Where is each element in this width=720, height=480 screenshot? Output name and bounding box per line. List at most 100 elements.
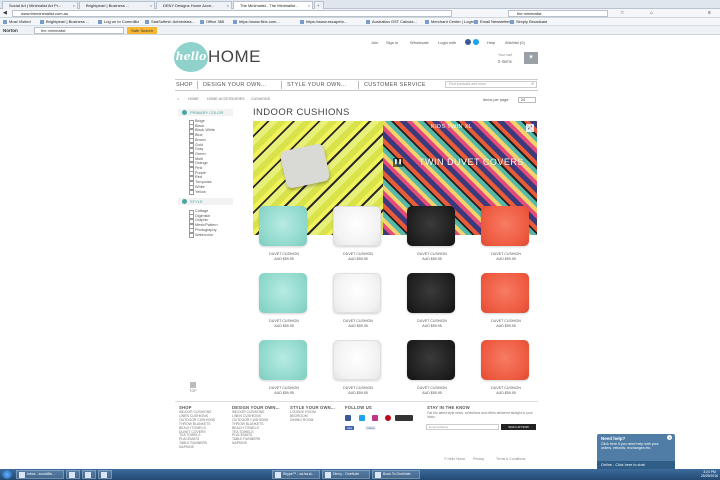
sign-in-link[interactable]: Sign in	[386, 40, 398, 45]
footer-link[interactable]: NAPKINS	[232, 441, 247, 446]
safe-search-button[interactable]: Safe Search	[127, 27, 157, 34]
product-name[interactable]: DUVET CUSHION	[327, 252, 389, 256]
browser-search-box[interactable]: the minimalist	[508, 10, 608, 17]
product-name[interactable]: DUVET CUSHION	[475, 319, 537, 323]
product-card[interactable]: DUVET CUSHION AUD $59.95	[253, 201, 315, 263]
product-image[interactable]	[407, 206, 455, 246]
product-card[interactable]: DUVET CUSHION AUD $59.95	[475, 335, 537, 397]
breadcrumb-home[interactable]: HOME	[188, 97, 199, 101]
taskbar-item[interactable]: Skype™ - sa.ha.sl...	[272, 470, 320, 479]
product-card[interactable]: DUVET CUSHION AUD $59.95	[475, 201, 537, 263]
site-search-input[interactable]: Find products and more ⌕	[445, 81, 537, 88]
taskbar-item[interactable]: Dinny - OneNote	[322, 470, 370, 479]
search-icon[interactable]: ⌕	[531, 82, 534, 87]
nav-design-your-own[interactable]: DESIGN YOUR OWN...	[203, 82, 266, 88]
bookmark-item[interactable]: Log on to CommBiz	[98, 18, 139, 26]
product-image[interactable]	[333, 340, 381, 380]
pinterest-icon[interactable]	[385, 415, 391, 421]
taskbar-clock[interactable]: 3:24 PM 26/09/2016	[701, 470, 718, 478]
breadcrumb-home-accessories[interactable]: HOME ACCESSORIES	[207, 97, 245, 101]
product-name[interactable]: DUVET CUSHION	[253, 252, 315, 256]
product-name[interactable]: DUVET CUSHION	[327, 319, 389, 323]
nav-style-your-own[interactable]: STYLE YOUR OWN...	[287, 82, 346, 88]
join-link[interactable]: Join	[371, 40, 378, 45]
newsletter-signup-button[interactable]: SIGN UP NOW	[501, 424, 536, 430]
twitter-icon[interactable]	[359, 415, 365, 421]
newsletter-email-input[interactable]: Email Address	[426, 424, 499, 430]
items-per-page-select[interactable]: 24	[518, 97, 536, 103]
footer-link[interactable]: NAPKINS	[179, 445, 194, 450]
taskbar-item[interactable]: Inbox - socialBe...	[16, 470, 64, 479]
taskbar-item[interactable]	[82, 470, 96, 479]
bookmark-item[interactable]: Simply Broadcast	[510, 18, 547, 26]
instagram-icon[interactable]	[372, 415, 378, 421]
product-name[interactable]: DUVET CUSHION	[401, 386, 463, 390]
nav-shop[interactable]: SHOP	[176, 82, 193, 88]
footer-link[interactable]: DINING ROOM	[290, 418, 313, 423]
product-image[interactable]	[333, 206, 381, 246]
nav-customer-service[interactable]: CUSTOMER SERVICE	[364, 82, 426, 88]
product-card[interactable]: DUVET CUSHION AUD $59.95	[327, 335, 389, 397]
pause-icon[interactable]: ❚❚	[393, 158, 403, 167]
close-icon[interactable]: ×	[73, 2, 75, 9]
bookmark-item[interactable]: Brightpearl | Business ...	[40, 18, 89, 26]
product-image[interactable]	[481, 206, 529, 246]
close-icon[interactable]: ×	[150, 2, 152, 9]
browser-tab-active[interactable]: The Minimalist - The Minimalist... ×	[233, 1, 313, 9]
home-icon[interactable]: ⌂	[650, 10, 653, 16]
logo-word[interactable]: HOME	[208, 47, 261, 67]
product-card[interactable]: DUVET CUSHION AUD $59.95	[253, 335, 315, 397]
product-name[interactable]: DUVET CUSHION	[475, 386, 537, 390]
bookmark-star-icon[interactable]: ☆	[620, 10, 624, 16]
product-image[interactable]	[407, 340, 455, 380]
taskbar-item[interactable]	[98, 470, 112, 479]
chat-bar[interactable]: Online - Click here to chat	[597, 461, 675, 469]
bookmark-item[interactable]: Office 365	[200, 18, 224, 26]
facebook-like-button[interactable]: Like	[345, 426, 355, 430]
bookmark-item[interactable]: SaaSoftest: Administra...	[145, 18, 195, 26]
new-tab-button[interactable]: +	[314, 1, 324, 9]
cart-icon[interactable]: ▾	[524, 52, 538, 64]
bookmark-item[interactable]: https://www.escapeto...	[300, 18, 347, 26]
home-icon[interactable]: ⌂	[177, 97, 179, 101]
wishlist-link[interactable]: Wishlist (0)	[505, 40, 525, 45]
product-name[interactable]: DUVET CUSHION	[253, 319, 315, 323]
product-name[interactable]: DUVET CUSHION	[253, 386, 315, 390]
back-icon[interactable]: ◀	[3, 10, 7, 16]
close-icon[interactable]: ×	[667, 435, 672, 440]
cart-count[interactable]: 0 Items	[498, 59, 512, 64]
privacy-link[interactable]: Privacy	[473, 457, 484, 461]
wholesale-link[interactable]: Wholesale	[410, 40, 429, 45]
norton-search-input[interactable]: the minimalist	[34, 27, 124, 34]
product-name[interactable]: DUVET CUSHION	[401, 252, 463, 256]
product-name[interactable]: DUVET CUSHION	[401, 319, 463, 323]
bookmark-item[interactable]: Most Visited	[3, 18, 31, 26]
help-link[interactable]: Help	[487, 40, 495, 45]
facebook-icon[interactable]	[345, 415, 351, 421]
product-image[interactable]	[259, 206, 307, 246]
color-filter-option[interactable]: Yellow	[189, 190, 206, 196]
close-icon[interactable]: ×	[308, 2, 310, 9]
menu-icon[interactable]: ≡	[708, 10, 711, 16]
url-bar[interactable]: www.theminimalist.com.au	[12, 10, 452, 17]
product-name[interactable]: DUVET CUSHION	[327, 386, 389, 390]
expand-icon[interactable]: ⤢	[526, 124, 534, 132]
product-card[interactable]: DUVET CUSHION AUD $59.95	[475, 268, 537, 330]
logo-mark[interactable]: hello	[174, 42, 208, 72]
youtube-icon[interactable]	[395, 415, 413, 421]
product-image[interactable]	[481, 273, 529, 313]
taskbar-item[interactable]: Book To OneNote	[372, 470, 420, 479]
bookmark-item[interactable]: Australian GST Calcula...	[366, 18, 417, 26]
product-image[interactable]	[259, 273, 307, 313]
product-image[interactable]	[333, 273, 381, 313]
bookmark-item[interactable]: Merchant Center | Login	[425, 18, 474, 26]
product-name[interactable]: DUVET CUSHION	[475, 252, 537, 256]
product-image[interactable]	[407, 273, 455, 313]
bookmark-item[interactable]: Email Newsletter	[474, 18, 510, 26]
terms-link[interactable]: Terms & Conditions	[496, 457, 525, 461]
browser-tab[interactable]: Social Art | Minimalist Art Pr... ×	[2, 1, 78, 9]
product-card[interactable]: DUVET CUSHION AUD $59.95	[253, 268, 315, 330]
filter-primary-color-header[interactable]: PRIMARY COLOR	[178, 109, 233, 116]
browser-tab[interactable]: Brightpearl | Business ... ×	[79, 1, 155, 9]
facebook-icon[interactable]	[465, 39, 471, 45]
